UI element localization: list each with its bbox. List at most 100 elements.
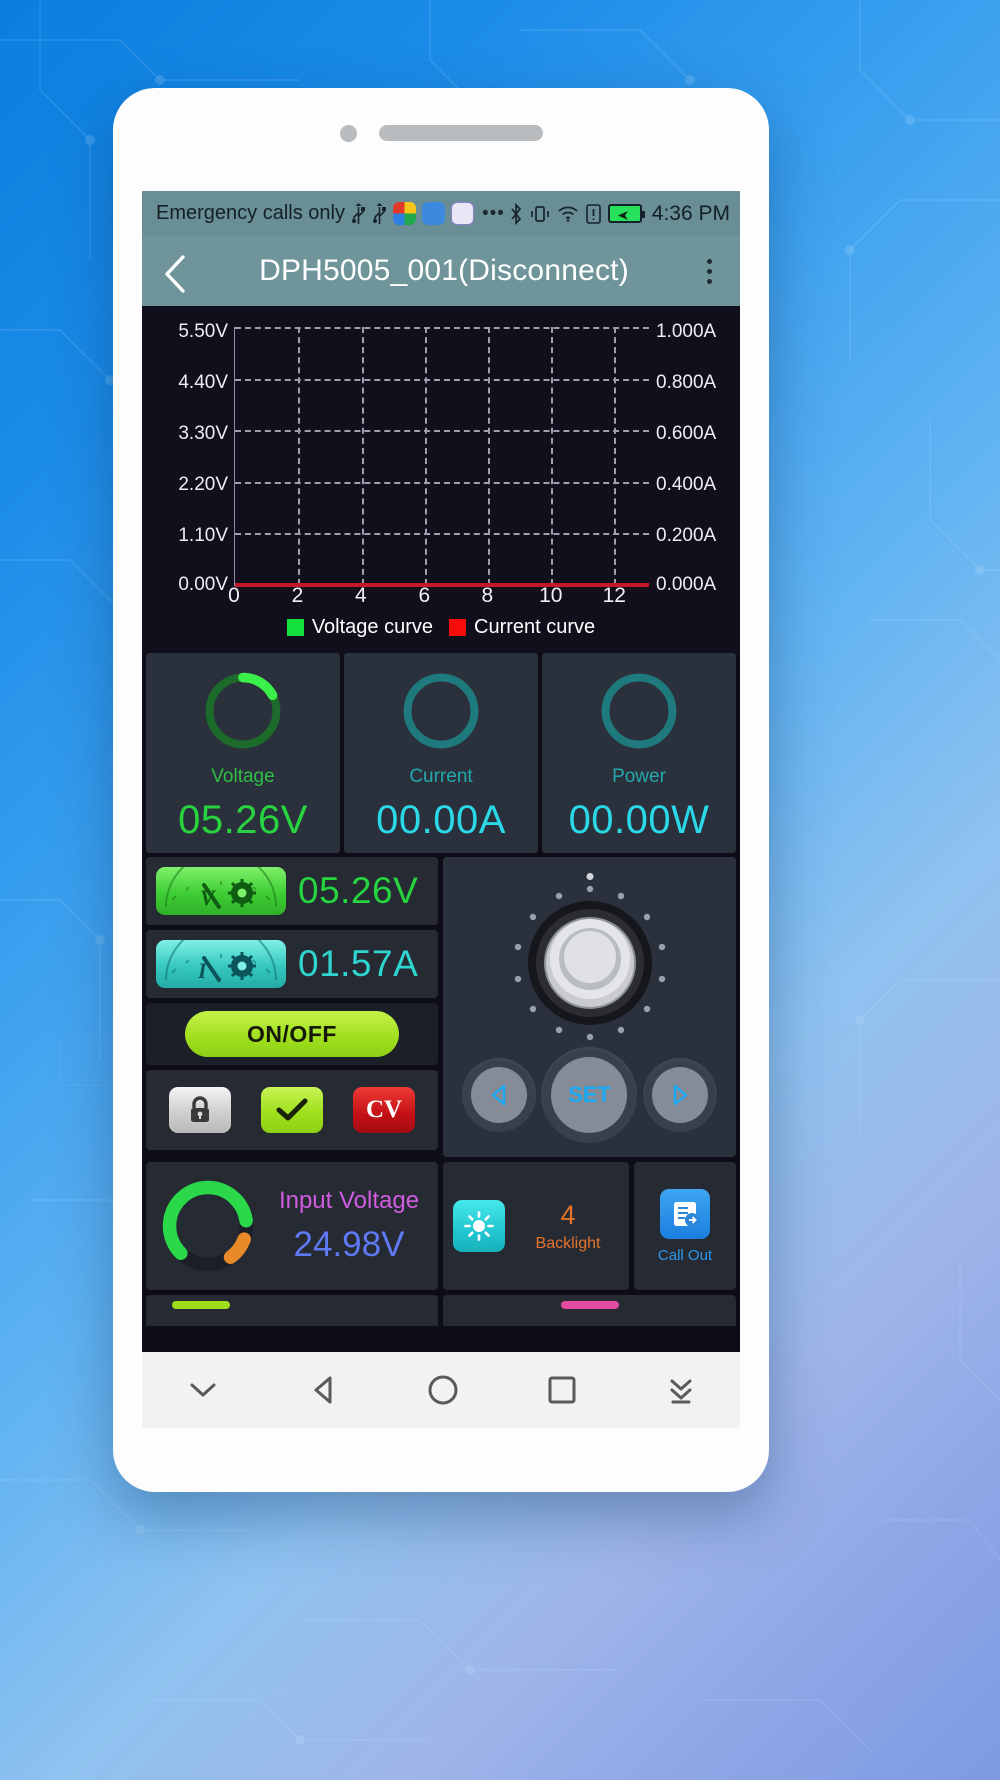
x-axis-tick: 10 [539, 584, 563, 607]
bluetooth-icon [509, 202, 523, 225]
back-triangle-icon[interactable] [307, 1373, 341, 1407]
android-status-bar: Emergency calls only ••• 4:36 PM [142, 191, 740, 236]
recents-square-icon[interactable] [545, 1373, 579, 1407]
set-button-label: SET [551, 1057, 628, 1133]
y-axis-right-tick: 0.000A [656, 574, 717, 595]
gauge-value: 00.00A [376, 798, 506, 842]
gauge-card-current[interactable]: Current 00.00A [344, 653, 538, 853]
gauge-card-power[interactable]: Power 00.00W [542, 653, 736, 853]
x-axis-tick: 6 [418, 584, 431, 607]
current-setpoint-row[interactable]: I 01.57A [146, 930, 438, 998]
app-title-bar: DPH5005_001(Disconnect) [142, 236, 740, 306]
chevron-down-icon[interactable] [184, 1376, 222, 1404]
status-bar-right: 4:36 PM [509, 202, 730, 226]
back-icon[interactable] [156, 251, 196, 293]
left-button-inner [470, 1067, 527, 1123]
legend-swatch-current [449, 619, 467, 636]
y-axis-left-tick: 4.40V [178, 372, 228, 393]
page-title: DPH5005_001(Disconnect) [259, 254, 629, 287]
app-blue-icon [421, 202, 445, 225]
current-meter-icon[interactable]: I [156, 940, 286, 988]
call-out-icon[interactable] [660, 1188, 710, 1239]
more-dots-icon: ••• [481, 202, 505, 224]
gauge-card-voltage[interactable]: Voltage 05.26V [146, 653, 340, 853]
svg-text:I: I [197, 958, 208, 983]
music-icon [450, 202, 474, 225]
y-axis-right-tick: 0.800A [656, 372, 717, 393]
input-voltage-ring-gauge [162, 1180, 254, 1272]
wifi-icon [557, 205, 579, 223]
chart-panel: 5.50V 4.40V 3.30V 2.20V 1.10V 0.00V 1.00… [142, 306, 740, 653]
overflow-menu-icon[interactable] [692, 258, 726, 284]
setpoint-controls-column: V 05.26V I 01.57A ON/OFF CV [146, 857, 438, 1157]
readout-gauges-row: Voltage 05.26V Current 00.00A Power 00.0… [142, 653, 740, 853]
x-axis-tick: 12 [602, 584, 626, 607]
backlight-text: 4 Backlight [517, 1200, 619, 1253]
lock-icon[interactable] [169, 1087, 231, 1133]
y-axis-right-tick: 1.000A [656, 321, 717, 342]
y-axis-left-tick: 5.50V [178, 321, 228, 342]
gauge-value: 00.00W [568, 798, 710, 842]
right-button-inner [652, 1067, 709, 1123]
partial-card-right[interactable] [443, 1295, 736, 1326]
clock-label: 4:36 PM [651, 201, 730, 225]
gauge-label: Voltage [211, 766, 275, 787]
y-axis-right-tick: 0.200A [656, 525, 717, 546]
triangle-right-icon[interactable] [643, 1058, 718, 1132]
current-ring-gauge [403, 673, 479, 749]
backlight-card[interactable]: 4 Backlight [443, 1162, 629, 1290]
carrier-label: Emergency calls only [156, 202, 345, 224]
home-circle-icon[interactable] [426, 1373, 460, 1407]
call-out-card[interactable]: Call Out [634, 1162, 736, 1290]
onoff-button-container: ON/OFF [146, 1003, 438, 1065]
sim-alert-icon [585, 203, 601, 224]
partial-next-row [142, 1290, 740, 1326]
bottom-row: Input Voltage 24.98V 4 Backlight Call Ou… [142, 1157, 740, 1290]
mid-section: V 05.26V I 01.57A ON/OFF CV SET [142, 853, 740, 1157]
usb-icon [351, 202, 366, 225]
backlight-value: 4 [560, 1199, 576, 1230]
voltage-ring-gauge [204, 672, 282, 750]
x-axis-tick: 0 [228, 584, 240, 607]
voltage-meter-icon[interactable]: V [156, 867, 286, 915]
check-icon[interactable] [261, 1087, 323, 1133]
x-axis-tick: 4 [355, 584, 367, 607]
input-voltage-value: 24.98V [293, 1225, 405, 1264]
y-axis-right-tick: 0.600A [656, 423, 717, 444]
gauge-value: 05.26V [178, 798, 308, 842]
y-axis-right-tick: 0.400A [656, 474, 717, 495]
mode-cv-badge[interactable]: CV [353, 1087, 415, 1133]
onoff-button[interactable]: ON/OFF [185, 1011, 399, 1057]
status-bar-left: Emergency calls only ••• [156, 202, 509, 225]
usb-icon [372, 202, 387, 225]
earpiece-speaker [378, 125, 543, 141]
google-photos-icon [392, 202, 416, 225]
voltage-setpoint-value: 05.26V [298, 870, 419, 911]
power-ring-gauge [601, 673, 677, 749]
input-voltage-card[interactable]: Input Voltage 24.98V [146, 1162, 438, 1290]
svg-text:V: V [200, 885, 217, 910]
legend-label: Current curve [474, 616, 596, 638]
input-voltage-text: Input Voltage 24.98V [270, 1187, 428, 1265]
front-camera-icon [339, 124, 357, 142]
brightness-icon[interactable] [453, 1200, 505, 1252]
partial-card-left[interactable] [146, 1295, 438, 1326]
legend-swatch-voltage [286, 619, 304, 636]
rotary-dial-panel: SET [443, 857, 736, 1157]
phone-screen: Emergency calls only ••• 4:36 PM DPH5005… [142, 191, 740, 1352]
gauge-label: Power [612, 766, 666, 787]
vibrate-icon [530, 204, 550, 224]
triangle-left-icon[interactable] [461, 1058, 536, 1132]
phone-device-frame: Emergency calls only ••• 4:36 PM DPH5005… [113, 88, 769, 1492]
rotary-knob-zone[interactable] [443, 857, 736, 1043]
rotary-knob-icon[interactable] [490, 879, 690, 1047]
chart-legend: Voltage curve Current curve [142, 606, 740, 647]
x-axis-tick: 2 [291, 584, 304, 607]
y-axis-left-tick: 0.00V [178, 574, 228, 595]
set-button[interactable]: SET [541, 1047, 638, 1143]
chart-grid [234, 327, 649, 587]
voltage-setpoint-row[interactable]: V 05.26V [146, 857, 438, 925]
y-axis-left-tick: 1.10V [178, 525, 228, 546]
chart-plot-area: 5.50V 4.40V 3.30V 2.20V 1.10V 0.00V 1.00… [150, 316, 732, 607]
download-icon[interactable] [664, 1373, 698, 1407]
